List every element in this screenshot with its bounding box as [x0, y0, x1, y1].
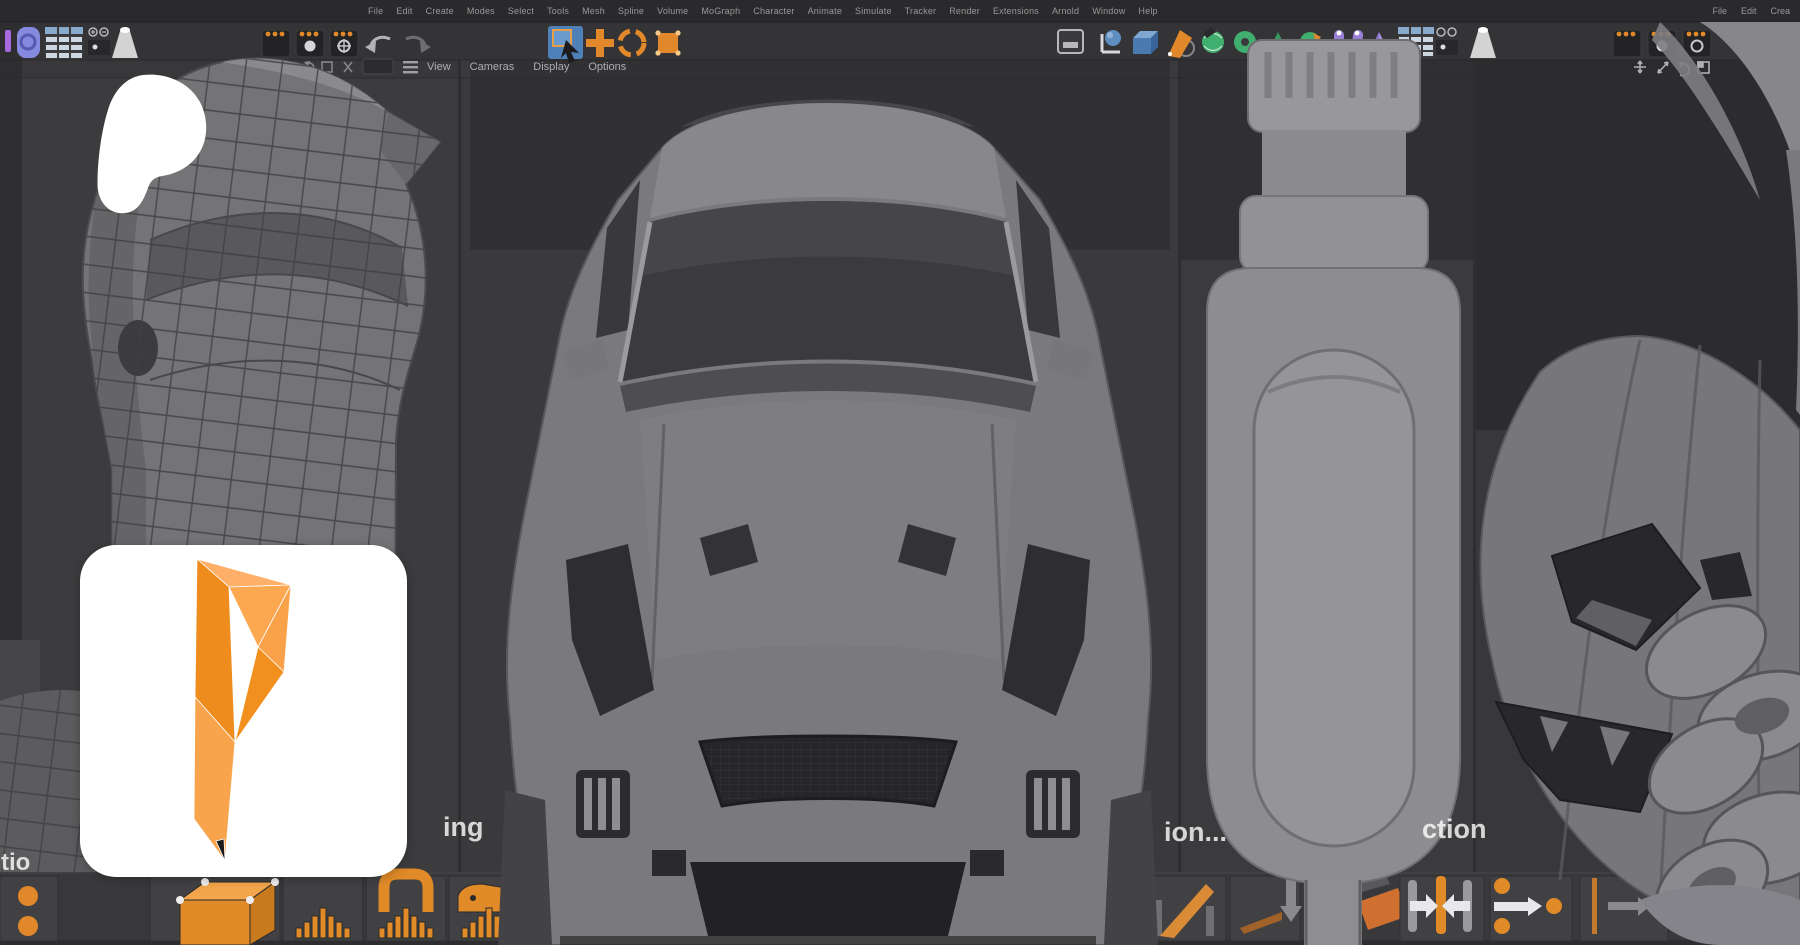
- viewport-render-icon[interactable]: [1058, 30, 1083, 53]
- weld-icon[interactable]: [1400, 876, 1484, 941]
- cube-primitive-icon[interactable]: [1133, 31, 1158, 54]
- menu-item-tracker[interactable]: Tracker: [905, 6, 937, 16]
- render-picture-viewer-icon[interactable]: [296, 30, 324, 57]
- menu-item-mograph[interactable]: MoGraph: [701, 6, 740, 16]
- magnet-falloff-icon[interactable]: [366, 874, 446, 941]
- creator-logo-card: [80, 545, 407, 877]
- viewport-menu-options[interactable]: Options: [588, 61, 626, 73]
- menu-item-simulate[interactable]: Simulate: [855, 6, 892, 16]
- scale-icon[interactable]: [655, 30, 680, 55]
- caption-fragment-bottom-left: tio: [1, 849, 30, 877]
- hamburger-icon[interactable]: [403, 61, 418, 73]
- render-view-icon[interactable]: [262, 30, 290, 57]
- menu-bar: File Edit Create Modes Select Tools Mesh…: [368, 0, 1158, 22]
- viewport-menu-display[interactable]: Display: [533, 61, 569, 73]
- menu-item-tools[interactable]: Tools: [547, 6, 569, 16]
- menu-item-help[interactable]: Help: [1138, 6, 1157, 16]
- falloff-icon[interactable]: [283, 876, 363, 941]
- menu-item-create[interactable]: Create: [426, 6, 454, 16]
- menu-item-select[interactable]: Select: [508, 6, 534, 16]
- menu-bar-right: File Edit Crea: [1712, 0, 1790, 22]
- patreon-logo: [75, 70, 212, 217]
- viewport-menu-cameras[interactable]: Cameras: [470, 61, 515, 73]
- caption-fragment-left: ing: [443, 812, 484, 843]
- accent-bar-icon: [5, 30, 11, 52]
- matrix-extrude-icon[interactable]: [1230, 876, 1302, 941]
- menu-item-modes[interactable]: Modes: [467, 6, 495, 16]
- edge-slide-icon[interactable]: [1490, 876, 1572, 941]
- menu-item-edit[interactable]: Edit: [396, 6, 412, 16]
- menu-item-character[interactable]: Character: [753, 6, 794, 16]
- menu-item-window[interactable]: Window: [1092, 6, 1125, 16]
- menu-item-file-2[interactable]: File: [1712, 6, 1727, 16]
- render-settings-icon[interactable]: [330, 30, 358, 57]
- render-view-icon-2[interactable]: [1613, 30, 1641, 57]
- caption-fragment-right: ction: [1422, 814, 1487, 845]
- polygon-p-logo: [194, 557, 294, 865]
- banner: File Edit Create Modes Select Tools Mesh…: [0, 0, 1800, 945]
- menu-item-file[interactable]: File: [368, 6, 383, 16]
- menu-item-extensions[interactable]: Extensions: [993, 6, 1039, 16]
- polygon-cube-icon[interactable]: [150, 876, 280, 945]
- menu-item-mesh[interactable]: Mesh: [582, 6, 605, 16]
- menu-item-render[interactable]: Render: [949, 6, 980, 16]
- viewport-menu-view[interactable]: View: [427, 61, 451, 73]
- menu-item-animate[interactable]: Animate: [808, 6, 842, 16]
- spreadsheet-icon[interactable]: [45, 27, 83, 59]
- menu-item-spline[interactable]: Spline: [618, 6, 644, 16]
- camera-widget[interactable]: [363, 59, 393, 74]
- menu-item-volume[interactable]: Volume: [657, 6, 688, 16]
- menu-item-create-2[interactable]: Crea: [1770, 6, 1790, 16]
- menu-item-arnold[interactable]: Arnold: [1052, 6, 1079, 16]
- knife-icon[interactable]: [1150, 876, 1226, 941]
- menu-item-edit-2[interactable]: Edit: [1741, 6, 1757, 16]
- viewport-menu: View Cameras Display Options: [427, 57, 626, 77]
- point-mode-icon[interactable]: [0, 876, 58, 941]
- pen-tool-icon[interactable]: [17, 27, 40, 58]
- caption-fragment-middle: ion...: [1164, 817, 1227, 848]
